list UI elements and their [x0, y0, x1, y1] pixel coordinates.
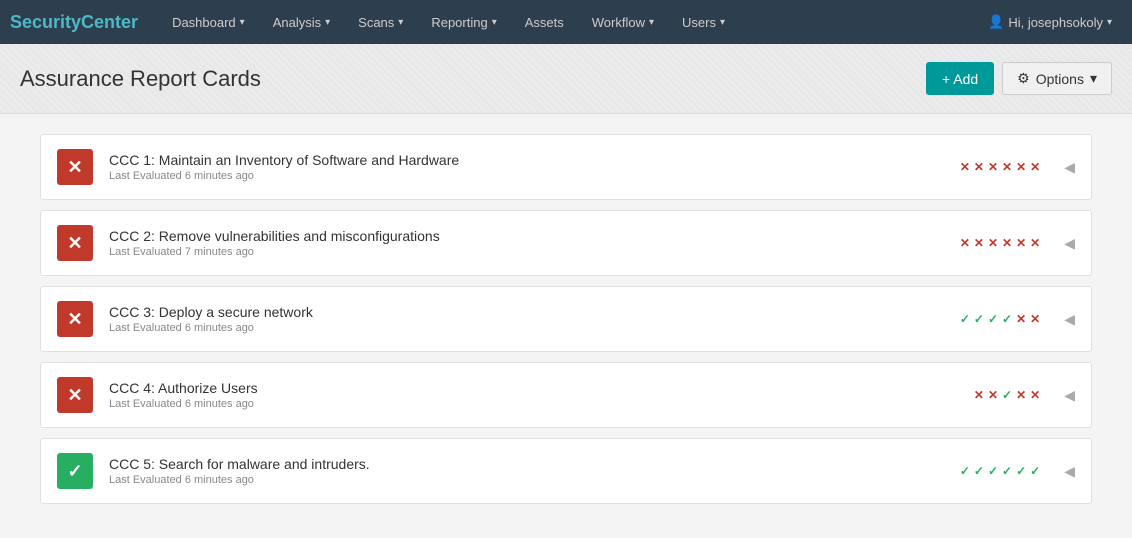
card-indicators: ✕ ✕ ✕ ✕ ✕ ✕ [960, 160, 1040, 174]
indicator-symbol: ✕ [1016, 236, 1026, 250]
nav-users[interactable]: Users ▾ [668, 0, 739, 44]
indicator-symbol: ✓ [1030, 464, 1040, 478]
indicator-symbol: ✕ [1030, 236, 1040, 250]
indicator-symbol: ✕ [1016, 312, 1026, 326]
pass-icon-button[interactable]: ✓ [57, 453, 93, 489]
indicator-symbol: ✕ [1016, 160, 1026, 174]
brand-center: Center [81, 12, 138, 32]
card-indicators: ✓ ✓ ✓ ✓ ✓ ✓ [960, 464, 1040, 478]
indicator-symbol: ✓ [974, 464, 984, 478]
card-info: CCC 3: Deploy a secure network Last Evalu… [109, 304, 944, 334]
indicator-symbol: ✕ [1030, 388, 1040, 402]
indicator-symbol: ✕ [974, 388, 984, 402]
card-title: CCC 1: Maintain an Inventory of Software… [109, 152, 944, 168]
chevron-down-icon: ▾ [492, 17, 497, 28]
card-indicators: ✕ ✕ ✓ ✕ ✕ [974, 388, 1040, 402]
add-button[interactable]: + Add [926, 62, 994, 95]
chevron-down-icon: ▾ [1090, 70, 1097, 87]
card-info: CCC 2: Remove vulnerabilities and miscon… [109, 228, 944, 258]
card-info: CCC 1: Maintain an Inventory of Software… [109, 152, 944, 182]
chevron-down-icon: ▾ [1107, 17, 1112, 28]
nav-scans[interactable]: Scans ▾ [344, 0, 417, 44]
card-subtitle: Last Evaluated 6 minutes ago [109, 170, 944, 182]
nav-analysis[interactable]: Analysis ▾ [259, 0, 344, 44]
cards-list: ✕ CCC 1: Maintain an Inventory of Softwar… [40, 134, 1092, 504]
card-title: CCC 4: Authorize Users [109, 380, 958, 396]
main-nav: SecurityCenter Dashboard ▾ Analysis ▾ Sc… [0, 0, 1132, 44]
card-info: CCC 5: Search for malware and intruders.… [109, 456, 944, 486]
list-item: ✕ CCC 2: Remove vulnerabilities and misco… [40, 210, 1092, 276]
card-expand-chevron[interactable]: ◀ [1064, 159, 1075, 176]
indicator-symbol: ✓ [974, 312, 984, 326]
indicator-symbol: ✕ [1030, 312, 1040, 326]
brand-logo[interactable]: SecurityCenter [10, 12, 138, 33]
chevron-down-icon: ▾ [398, 17, 403, 28]
chevron-down-icon: ▾ [649, 17, 654, 28]
indicator-symbol: ✓ [1002, 464, 1012, 478]
fail-icon-button[interactable]: ✕ [57, 301, 93, 337]
list-item: ✕ CCC 3: Deploy a secure network Last Eval… [40, 286, 1092, 352]
chevron-down-icon: ▾ [720, 17, 725, 28]
options-button[interactable]: ⚙ Options ▾ [1002, 62, 1112, 95]
nav-workflow[interactable]: Workflow ▾ [578, 0, 668, 44]
card-info: CCC 4: Authorize Users Last Evaluated 6 m… [109, 380, 958, 410]
fail-icon-button[interactable]: ✕ [57, 149, 93, 185]
card-subtitle: Last Evaluated 7 minutes ago [109, 246, 944, 258]
chevron-down-icon: ▾ [240, 17, 245, 28]
nav-items: Dashboard ▾ Analysis ▾ Scans ▾ Reporting… [158, 0, 978, 44]
indicator-symbol: ✕ [960, 160, 970, 174]
indicator-symbol: ✕ [1030, 160, 1040, 174]
nav-assets[interactable]: Assets [511, 0, 578, 44]
indicator-symbol: ✕ [974, 160, 984, 174]
fail-icon-button[interactable]: ✕ [57, 377, 93, 413]
card-title: CCC 3: Deploy a secure network [109, 304, 944, 320]
main-content: ✕ CCC 1: Maintain an Inventory of Softwar… [0, 114, 1132, 524]
page-header: Assurance Report Cards + Add ⚙ Options ▾ [0, 44, 1132, 114]
indicator-symbol: ✓ [1002, 312, 1012, 326]
card-title: CCC 2: Remove vulnerabilities and miscon… [109, 228, 944, 244]
card-subtitle: Last Evaluated 6 minutes ago [109, 398, 958, 410]
user-icon: 👤 [988, 14, 1004, 30]
nav-dashboard[interactable]: Dashboard ▾ [158, 0, 259, 44]
list-item: ✕ CCC 1: Maintain an Inventory of Softwar… [40, 134, 1092, 200]
list-item: ✕ CCC 4: Authorize Users Last Evaluated 6 … [40, 362, 1092, 428]
card-expand-chevron[interactable]: ◀ [1064, 463, 1075, 480]
indicator-symbol: ✓ [960, 312, 970, 326]
page-title: Assurance Report Cards [20, 66, 261, 92]
card-subtitle: Last Evaluated 6 minutes ago [109, 322, 944, 334]
fail-icon-button[interactable]: ✕ [57, 225, 93, 261]
indicator-symbol: ✕ [974, 236, 984, 250]
card-expand-chevron[interactable]: ◀ [1064, 311, 1075, 328]
card-indicators: ✕ ✕ ✕ ✕ ✕ ✕ [960, 236, 1040, 250]
indicator-symbol: ✕ [960, 236, 970, 250]
indicator-symbol: ✓ [1016, 464, 1026, 478]
card-indicators: ✓ ✓ ✓ ✓ ✕ ✕ [960, 312, 1040, 326]
card-expand-chevron[interactable]: ◀ [1064, 387, 1075, 404]
indicator-symbol: ✓ [988, 464, 998, 478]
gear-icon: ⚙ [1017, 70, 1030, 87]
nav-reporting[interactable]: Reporting ▾ [417, 0, 510, 44]
indicator-symbol: ✕ [988, 236, 998, 250]
header-actions: + Add ⚙ Options ▾ [926, 62, 1112, 95]
card-expand-chevron[interactable]: ◀ [1064, 235, 1075, 252]
card-title: CCC 5: Search for malware and intruders. [109, 456, 944, 472]
card-subtitle: Last Evaluated 6 minutes ago [109, 474, 944, 486]
list-item: ✓ CCC 5: Search for malware and intruders… [40, 438, 1092, 504]
indicator-symbol: ✕ [1002, 160, 1012, 174]
brand-security: Security [10, 12, 81, 32]
indicator-symbol: ✓ [960, 464, 970, 478]
chevron-down-icon: ▾ [325, 17, 330, 28]
indicator-symbol: ✕ [1002, 236, 1012, 250]
indicator-symbol: ✕ [988, 388, 998, 402]
indicator-symbol: ✕ [988, 160, 998, 174]
user-menu[interactable]: 👤 Hi, josephsokoly ▾ [978, 14, 1122, 30]
indicator-symbol: ✓ [988, 312, 998, 326]
indicator-symbol: ✓ [1002, 388, 1012, 402]
indicator-symbol: ✕ [1016, 388, 1026, 402]
